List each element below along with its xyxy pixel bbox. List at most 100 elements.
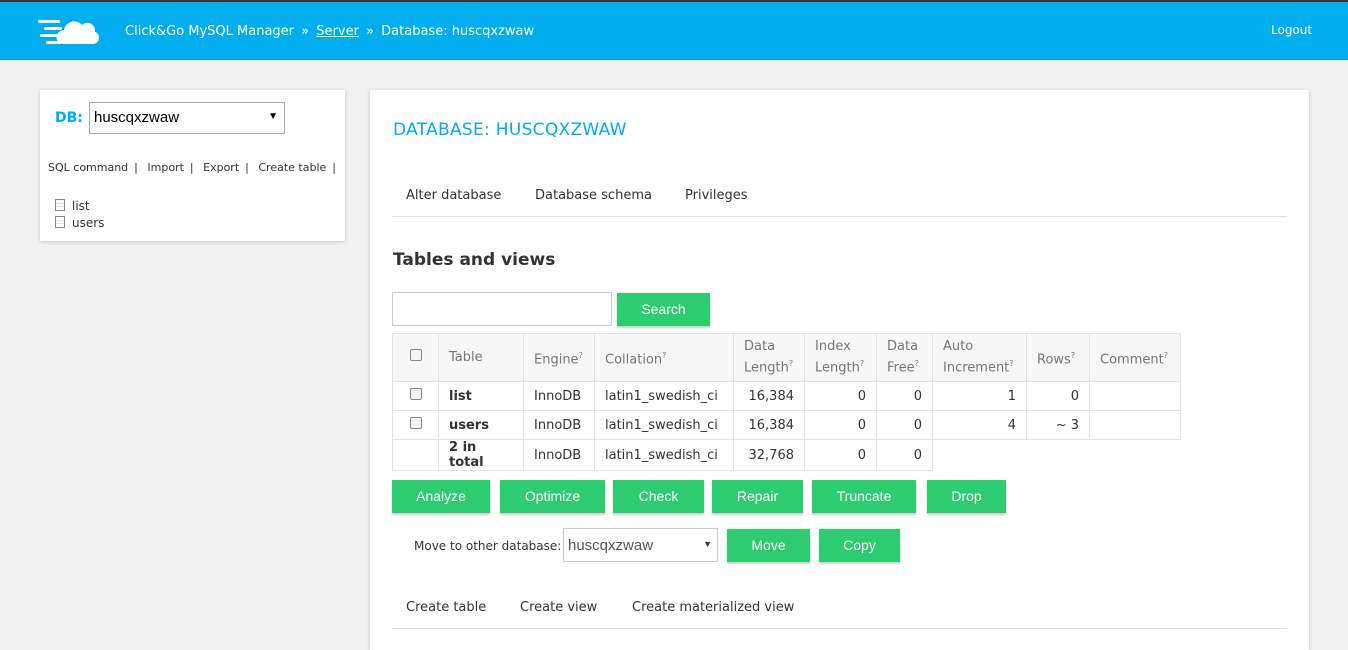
comment-cell bbox=[1089, 381, 1181, 411]
rows-cell[interactable]: 0 bbox=[1026, 381, 1090, 411]
move-label: Move to other database: bbox=[414, 539, 562, 553]
database-crumb: Database: huscqxzwaw bbox=[381, 24, 535, 39]
auto-increment-cell: 4 bbox=[932, 410, 1027, 440]
collation-cell: latin1_swedish_ci bbox=[594, 410, 734, 440]
logout-link[interactable]: Logout bbox=[1271, 23, 1312, 37]
data-free-cell: 0 bbox=[876, 410, 933, 440]
column-header-auto-increment[interactable]: Auto Increment? bbox=[932, 333, 1027, 382]
table-name-link[interactable]: list bbox=[438, 381, 524, 411]
drop-button[interactable]: Drop bbox=[927, 480, 1006, 513]
database-select-value: huscqxzwaw bbox=[94, 109, 180, 126]
optimize-button[interactable]: Optimize bbox=[500, 480, 605, 513]
data-length-cell[interactable]: 16,384 bbox=[733, 410, 805, 440]
dropdown-arrow-icon: ▼ bbox=[703, 539, 712, 549]
table-row: users InnoDB latin1_swedish_ci 16,384 0 … bbox=[392, 410, 1181, 440]
tab-database-schema[interactable]: Database schema bbox=[535, 188, 652, 203]
link-separator: | bbox=[189, 161, 194, 174]
export-link[interactable]: Export bbox=[203, 161, 239, 174]
db-label: DB: bbox=[55, 110, 83, 126]
select-all-checkbox[interactable] bbox=[409, 349, 422, 361]
search-input[interactable] bbox=[392, 292, 612, 326]
comment-cell bbox=[1089, 410, 1181, 440]
table-total-row: 2 in total InnoDB latin1_swedish_ci 32,7… bbox=[392, 439, 1181, 471]
server-link[interactable]: Server bbox=[316, 24, 359, 39]
empty-cell bbox=[933, 440, 1027, 471]
row-checkbox[interactable] bbox=[409, 417, 422, 429]
sidebar: DB: huscqxzwaw ▼ SQL command | Import | Ex… bbox=[40, 90, 345, 241]
tab-privileges[interactable]: Privileges bbox=[685, 188, 748, 203]
tab-create-materialized-view[interactable]: Create materialized view bbox=[632, 600, 794, 615]
index-length-cell[interactable]: 0 bbox=[804, 410, 877, 440]
tab-create-view[interactable]: Create view bbox=[520, 600, 597, 615]
import-link[interactable]: Import bbox=[147, 161, 184, 174]
tab-alter-database[interactable]: Alter database bbox=[406, 188, 501, 203]
dropdown-arrow-icon: ▼ bbox=[268, 111, 278, 122]
table-row: list InnoDB latin1_swedish_ci 16,384 0 0… bbox=[392, 381, 1181, 411]
copy-button[interactable]: Copy bbox=[819, 529, 900, 562]
sidebar-item-list[interactable]: list bbox=[55, 198, 104, 215]
total-engine-cell: InnoDB bbox=[523, 439, 595, 471]
breadcrumb: Click&Go MySQL Manager » Server » Databa… bbox=[125, 24, 534, 39]
total-data-length-cell: 32,768 bbox=[733, 439, 805, 471]
sql-command-link[interactable]: SQL command bbox=[48, 161, 128, 174]
index-length-cell[interactable]: 0 bbox=[804, 381, 877, 411]
cloud-speed-icon[interactable] bbox=[38, 14, 100, 48]
total-empty-cell bbox=[392, 439, 439, 471]
create-table-link[interactable]: Create table bbox=[258, 161, 326, 174]
search-button[interactable]: Search bbox=[617, 293, 710, 326]
sidebar-table-list: list users bbox=[55, 198, 104, 232]
tab-create-table[interactable]: Create table bbox=[406, 600, 486, 615]
data-free-cell: 0 bbox=[876, 381, 933, 411]
table-header-row: Table Engine? Collation? Data Length? Ind… bbox=[392, 333, 1181, 382]
analyze-button[interactable]: Analyze bbox=[392, 480, 490, 513]
app-name: Click&Go MySQL Manager bbox=[125, 24, 295, 39]
breadcrumb-separator: » bbox=[366, 24, 375, 39]
target-database-value: huscqxzwaw bbox=[568, 537, 654, 554]
collation-cell: latin1_swedish_ci bbox=[594, 381, 734, 411]
sidebar-links: SQL command | Import | Export | Create tabl… bbox=[48, 161, 342, 174]
column-header-rows[interactable]: Rows? bbox=[1026, 333, 1090, 382]
row-checkbox[interactable] bbox=[409, 388, 422, 400]
database-tabs: Alter database Database schema Privilege… bbox=[392, 176, 1287, 217]
total-data-free-cell: 0 bbox=[876, 439, 933, 471]
select-all-cell bbox=[392, 333, 439, 382]
link-separator: | bbox=[245, 161, 249, 174]
link-separator: | bbox=[134, 161, 138, 174]
move-button[interactable]: Move bbox=[727, 529, 810, 562]
database-select[interactable]: huscqxzwaw ▼ bbox=[89, 102, 285, 134]
column-header-data-length[interactable]: Data Length? bbox=[733, 333, 805, 382]
link-separator: | bbox=[332, 161, 336, 174]
check-button[interactable]: Check bbox=[613, 480, 704, 513]
data-length-cell[interactable]: 16,384 bbox=[733, 381, 805, 411]
empty-cell bbox=[1027, 440, 1090, 471]
main-panel: DATABASE: HUSCQXZWAW Alter database Data… bbox=[370, 90, 1309, 650]
column-header-table[interactable]: Table bbox=[438, 333, 524, 382]
column-header-collation[interactable]: Collation? bbox=[594, 333, 734, 382]
table-name-link[interactable]: users bbox=[438, 410, 524, 440]
engine-cell: InnoDB bbox=[523, 381, 595, 411]
auto-increment-cell: 1 bbox=[932, 381, 1027, 411]
sidebar-item-label[interactable]: users bbox=[72, 215, 104, 232]
empty-cell bbox=[1090, 440, 1181, 471]
table-file-icon[interactable] bbox=[55, 215, 65, 228]
repair-button[interactable]: Repair bbox=[712, 480, 803, 513]
breadcrumb-separator: » bbox=[301, 24, 310, 39]
total-index-length-cell: 0 bbox=[804, 439, 877, 471]
sidebar-item-label[interactable]: list bbox=[72, 198, 90, 215]
target-database-select[interactable]: huscqxzwaw ▼ bbox=[563, 528, 718, 562]
section-title: Tables and views bbox=[393, 250, 556, 270]
table-file-icon[interactable] bbox=[55, 198, 65, 211]
column-header-data-free[interactable]: Data Free? bbox=[876, 333, 933, 382]
tables-and-views-table: Table Engine? Collation? Data Length? Ind… bbox=[392, 333, 1181, 471]
create-tabs: Create table Create view Create material… bbox=[392, 588, 1287, 629]
page-title: DATABASE: HUSCQXZWAW bbox=[393, 120, 627, 140]
total-collation-cell: latin1_swedish_ci bbox=[594, 439, 734, 471]
sidebar-item-users[interactable]: users bbox=[55, 215, 104, 232]
column-header-engine[interactable]: Engine? bbox=[523, 333, 595, 382]
truncate-button[interactable]: Truncate bbox=[812, 480, 916, 513]
column-header-comment[interactable]: Comment? bbox=[1089, 333, 1181, 382]
column-header-index-length[interactable]: Index Length? bbox=[804, 333, 877, 382]
rows-cell[interactable]: ~ 3 bbox=[1026, 410, 1090, 440]
engine-cell: InnoDB bbox=[523, 410, 595, 440]
top-bar: Click&Go MySQL Manager » Server » Databa… bbox=[0, 0, 1348, 60]
